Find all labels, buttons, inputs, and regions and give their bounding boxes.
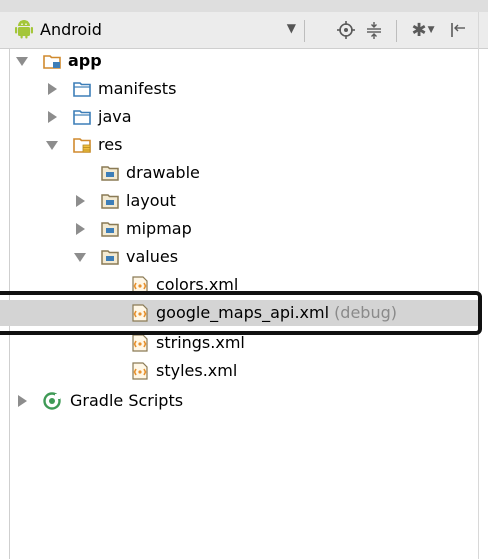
toolbar-divider xyxy=(304,20,305,42)
expanded-arrow-icon[interactable] xyxy=(16,55,28,67)
tree-item-manifests[interactable]: manifests xyxy=(0,76,478,102)
pin-left-icon xyxy=(451,23,465,37)
collapsed-arrow-icon[interactable] xyxy=(74,223,86,235)
android-icon xyxy=(15,20,33,39)
collapsed-arrow-icon[interactable] xyxy=(46,111,58,123)
tree-item-label: styles.xml xyxy=(156,361,238,380)
tree-item-drawable[interactable]: drawable xyxy=(0,160,478,186)
tree-item-label: res xyxy=(98,135,123,154)
tree-item-label: mipmap xyxy=(126,219,192,238)
folder-icon xyxy=(101,250,119,265)
tree-item-label: drawable xyxy=(126,163,200,182)
tree-item-label: manifests xyxy=(98,79,177,98)
crosshair-icon xyxy=(337,21,355,39)
tree-item-label: Gradle Scripts xyxy=(70,391,184,410)
locate-icon[interactable] xyxy=(334,17,358,43)
collapse-all-icon[interactable] xyxy=(362,17,386,43)
tree-item-java[interactable]: java xyxy=(0,104,478,130)
folder-icon xyxy=(101,166,119,181)
project-view-label: Android xyxy=(40,19,102,39)
toolbar-divider xyxy=(396,20,397,42)
collapsed-arrow-icon[interactable] xyxy=(16,395,28,407)
folder-icon xyxy=(101,194,119,209)
tree-item-label: java xyxy=(98,107,132,126)
chevron-down-icon: ▼ xyxy=(286,21,296,35)
tree-item-label: strings.xml xyxy=(156,333,245,352)
tree-item-label: values xyxy=(126,247,179,266)
folder-icon xyxy=(73,110,91,125)
resource-folder-icon xyxy=(73,138,91,153)
tree-item-layout[interactable]: layout xyxy=(0,188,478,214)
hide-panel-icon[interactable] xyxy=(446,17,470,43)
tree-item-res[interactable]: res xyxy=(0,132,478,158)
collapse-icon xyxy=(367,22,381,39)
tree-item-app[interactable]: app xyxy=(0,48,478,74)
collapsed-arrow-icon[interactable] xyxy=(74,195,86,207)
expanded-arrow-icon[interactable] xyxy=(74,251,86,263)
tree-item-values[interactable]: values xyxy=(0,244,478,270)
xml-file-icon xyxy=(132,334,148,352)
xml-file-icon xyxy=(132,362,148,380)
collapsed-arrow-icon[interactable] xyxy=(46,83,58,95)
panel-right-border xyxy=(478,12,479,559)
project-view-selector[interactable]: Android ▼ xyxy=(14,16,300,42)
gear-icon[interactable]: ✱ ▼ xyxy=(408,17,438,43)
tree-item-mipmap[interactable]: mipmap xyxy=(0,216,478,242)
tree-item-label: app xyxy=(68,51,102,70)
gradle-icon xyxy=(43,392,61,410)
tree-item-label: layout xyxy=(126,191,176,210)
highlight-annotation-box xyxy=(0,291,482,335)
folder-icon xyxy=(101,222,119,237)
tree-item-styles-xml[interactable]: styles.xml xyxy=(0,358,478,384)
tree-item-gradle-scripts[interactable]: Gradle Scripts xyxy=(0,388,478,414)
module-folder-icon xyxy=(43,55,61,69)
expanded-arrow-icon[interactable] xyxy=(46,139,58,151)
project-toolbar: Android ▼ ✱ ▼ xyxy=(0,12,488,49)
folder-icon xyxy=(73,82,91,97)
